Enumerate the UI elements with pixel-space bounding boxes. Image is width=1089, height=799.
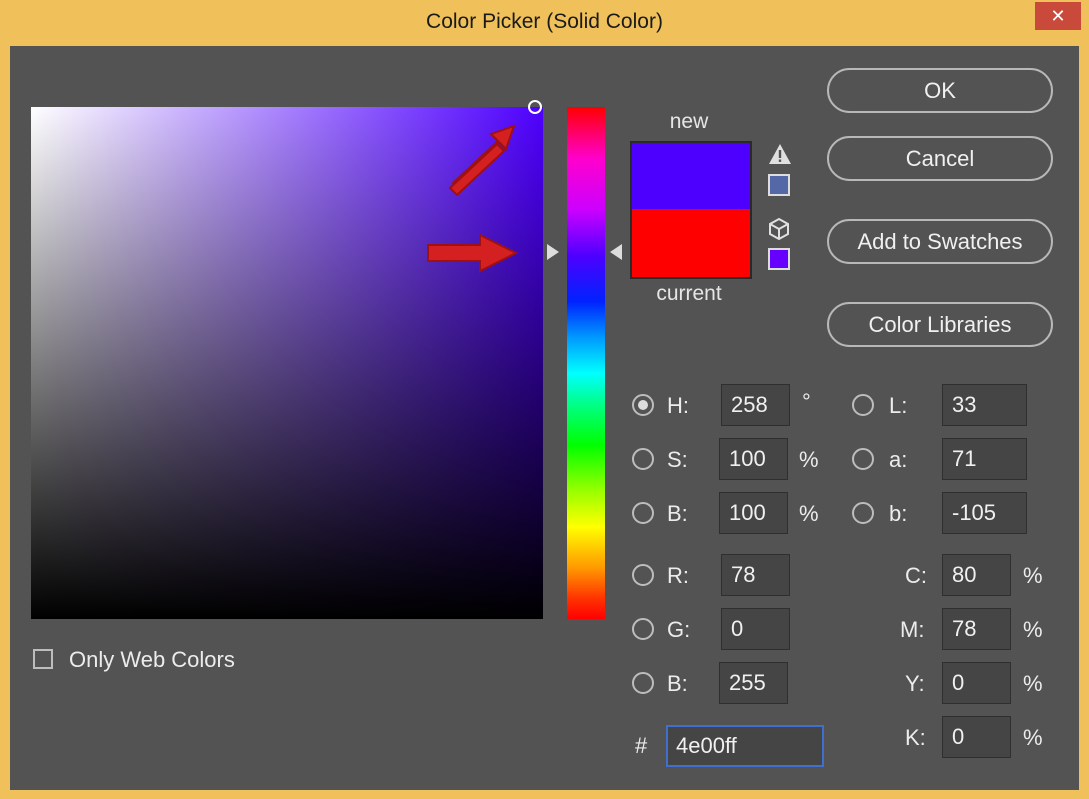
input-g[interactable]: 0: [721, 608, 790, 650]
close-button[interactable]: ✕: [1035, 2, 1081, 30]
ok-button[interactable]: OK: [827, 68, 1053, 113]
radio-b-lab[interactable]: [852, 502, 874, 524]
window-title: Color Picker (Solid Color): [426, 10, 663, 33]
label-h: H:: [667, 393, 689, 418]
radio-h[interactable]: [632, 394, 654, 416]
label-c: C:: [905, 563, 927, 588]
color-libraries-button[interactable]: Color Libraries: [827, 302, 1053, 347]
label-g: G:: [667, 617, 691, 642]
color-field-cursor[interactable]: [528, 100, 542, 114]
radio-a[interactable]: [852, 448, 874, 470]
label-y: Y:: [905, 671, 925, 696]
input-b-hsb[interactable]: 100: [719, 492, 788, 534]
color-field[interactable]: [31, 107, 543, 619]
input-m[interactable]: 78: [942, 608, 1011, 650]
input-r[interactable]: 78: [721, 554, 790, 596]
unit-c: %: [1023, 563, 1043, 588]
label-s: S:: [667, 447, 688, 472]
warning-triangle-icon[interactable]: [768, 143, 792, 165]
input-b-rgb[interactable]: 255: [719, 662, 788, 704]
out-of-gamut-swatch[interactable]: [768, 174, 790, 196]
web-safe-swatch[interactable]: [768, 248, 790, 270]
radio-l[interactable]: [852, 394, 874, 416]
input-s[interactable]: 100: [719, 438, 788, 480]
current-color-swatch[interactable]: [630, 209, 752, 279]
input-l[interactable]: 33: [942, 384, 1027, 426]
label-a: a:: [889, 447, 908, 472]
cancel-button[interactable]: Cancel: [827, 136, 1053, 181]
unit-k: %: [1023, 725, 1043, 750]
label-m: M:: [900, 617, 925, 642]
unit-b-hsb: %: [799, 501, 819, 526]
input-b-lab[interactable]: -105: [942, 492, 1027, 534]
unit-y: %: [1023, 671, 1043, 696]
input-k[interactable]: 0: [942, 716, 1011, 758]
new-color-label: new: [669, 110, 709, 133]
radio-g[interactable]: [632, 618, 654, 640]
input-a[interactable]: 71: [942, 438, 1027, 480]
current-color-label: current: [656, 282, 722, 305]
input-h[interactable]: 258: [721, 384, 790, 426]
title-bar: Color Picker (Solid Color) ✕: [0, 0, 1089, 46]
radio-b-hsb[interactable]: [632, 502, 654, 524]
unit-m: %: [1023, 617, 1043, 642]
label-hex: #: [635, 733, 648, 758]
label-b-rgb: B:: [667, 671, 688, 696]
label-b-lab: b:: [889, 501, 908, 526]
label-b-hsb: B:: [667, 501, 688, 526]
add-to-swatches-button[interactable]: Add to Swatches: [827, 219, 1053, 264]
label-l: L:: [889, 393, 908, 418]
label-r: R:: [667, 563, 689, 588]
hue-slider-left-handle[interactable]: [547, 244, 559, 260]
unit-s: %: [799, 447, 819, 472]
only-web-colors-label: Only Web Colors: [69, 647, 235, 672]
label-k: K:: [905, 725, 926, 750]
cube-icon[interactable]: [768, 217, 790, 241]
color-picker-dialog: new current OK Cancel Add to Swatches Co…: [10, 46, 1079, 790]
unit-h: °: [802, 389, 811, 414]
radio-b-rgb[interactable]: [632, 672, 654, 694]
radio-s[interactable]: [632, 448, 654, 470]
only-web-colors-checkbox[interactable]: [33, 649, 53, 669]
new-color-swatch: [630, 141, 752, 211]
hue-slider-right-handle[interactable]: [610, 244, 622, 260]
input-c[interactable]: 80: [942, 554, 1011, 596]
input-y[interactable]: 0: [942, 662, 1011, 704]
hex-input[interactable]: 4e00ff: [666, 725, 824, 767]
radio-r[interactable]: [632, 564, 654, 586]
hue-slider[interactable]: [567, 107, 605, 619]
